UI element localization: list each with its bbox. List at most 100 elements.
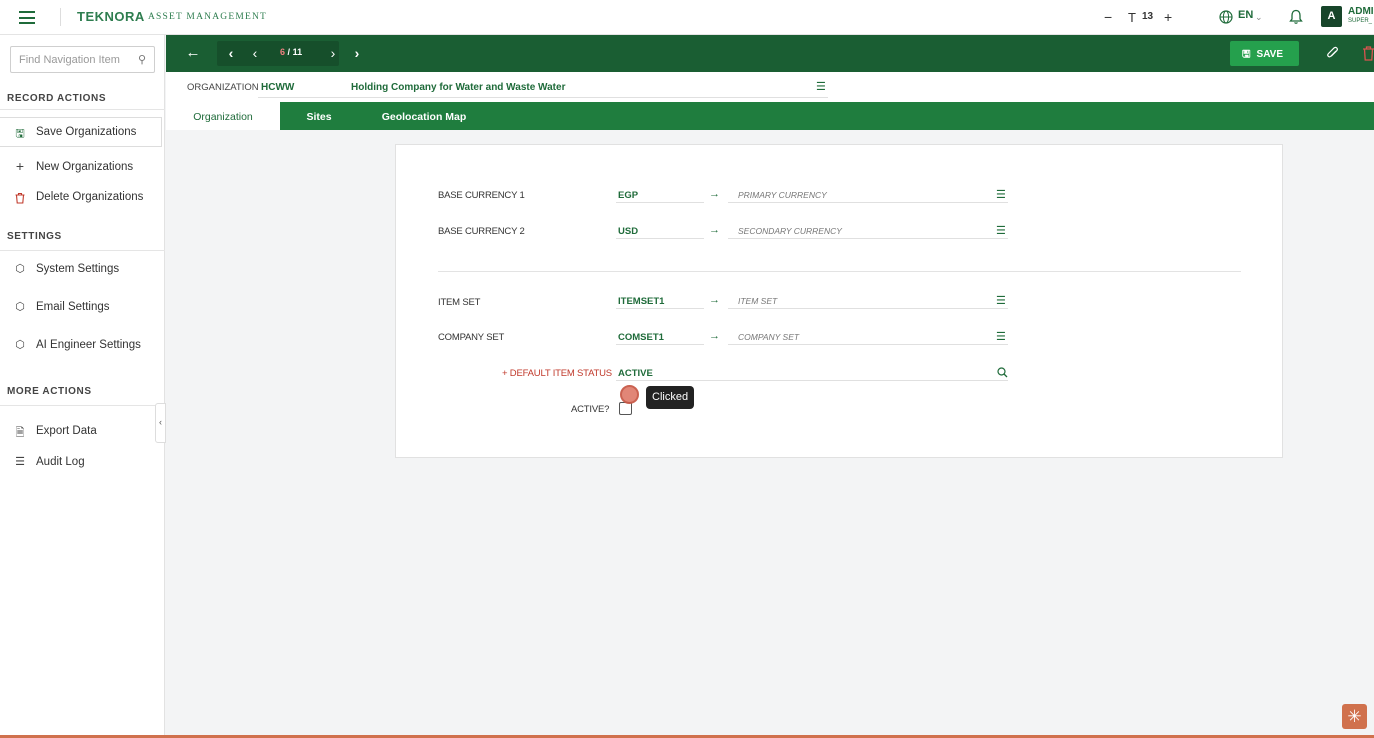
arrow-right-icon[interactable]: →	[709, 188, 720, 200]
click-indicator	[620, 385, 639, 404]
tab-geolocation-map[interactable]: Geolocation Map	[379, 102, 469, 130]
plus-icon: +	[15, 158, 25, 174]
list-icon[interactable]: ☰	[996, 330, 1006, 343]
record-pager: ‹ ‹ 6 / 11 › ›	[217, 41, 359, 66]
save-button-label: SAVE	[1256, 49, 1284, 60]
base-currency-2-field[interactable]: USD	[618, 226, 638, 237]
list-icon[interactable]: ☰	[816, 80, 826, 93]
previous-record-icon[interactable]: ‹	[245, 41, 265, 66]
user-role: SUPER_	[1348, 18, 1373, 24]
back-arrow-icon[interactable]: ←	[182, 35, 204, 72]
sidebar-item-email-settings[interactable]: ⬡ Email Settings	[0, 293, 162, 323]
clicked-tooltip: Clicked	[646, 386, 695, 409]
organization-code[interactable]: HCWW	[261, 82, 294, 93]
list-icon: ☰	[15, 456, 25, 468]
user-name[interactable]: ADMI	[1348, 6, 1374, 17]
field-underline	[616, 308, 704, 309]
sidebar-item-audit-log[interactable]: ☰ Audit Log	[0, 448, 162, 478]
tab-organization[interactable]: Organization	[166, 102, 280, 130]
cube-icon: ⬡	[15, 301, 25, 313]
pager-current: 6	[280, 47, 286, 57]
font-size-value: 13	[1142, 11, 1154, 22]
arrow-right-icon[interactable]: →	[709, 294, 720, 306]
language-select[interactable]: EN	[1238, 9, 1253, 21]
first-record-icon[interactable]: ‹	[221, 41, 241, 66]
pager-separator: /	[287, 47, 291, 57]
cube-icon: ⬡	[15, 263, 25, 275]
arrow-right-icon[interactable]: →	[709, 330, 720, 342]
default-item-status-field[interactable]: ACTIVE	[618, 368, 653, 379]
settings-heading: SETTINGS	[7, 231, 62, 242]
divider	[0, 250, 165, 251]
organization-form: BASE CURRENCY 1 EGP → PRIMARY CURRENCY ☰…	[395, 144, 1283, 458]
field-underline	[728, 308, 1008, 309]
base-currency-2-description: SECONDARY CURRENCY	[738, 226, 842, 236]
base-currency-1-field[interactable]: EGP	[618, 190, 638, 201]
default-item-status-label: + DEFAULT ITEM STATUS	[502, 368, 612, 379]
organization-description[interactable]: Holding Company for Water and Waste Wate…	[351, 82, 565, 93]
divider	[0, 109, 165, 110]
field-underline	[728, 344, 1008, 345]
search-icon[interactable]: ⚲	[138, 53, 146, 66]
pager-position: 6 / 11	[280, 47, 302, 57]
trash-icon	[15, 192, 25, 204]
hamburger-menu-icon[interactable]	[19, 11, 35, 24]
list-icon[interactable]: ☰	[996, 294, 1006, 307]
arrow-right-icon[interactable]: →	[709, 224, 720, 236]
divider	[0, 405, 165, 406]
cube-icon: ⬡	[15, 339, 25, 351]
list-icon[interactable]: ☰	[996, 188, 1006, 201]
top-bar: TEKNORA ASSET MANAGEMENT − T 13 + EN ⌄ A…	[0, 0, 1374, 35]
sidebar: Find Navigation Item ⚲ RECORD ACTIONS 🖫 …	[0, 35, 165, 738]
sidebar-item-label: System Settings	[36, 263, 120, 275]
bell-icon[interactable]	[1289, 9, 1303, 25]
sidebar-item-export-data[interactable]: 🗎 Export Data	[0, 417, 162, 447]
record-tabs: Organization Sites Geolocation Map	[166, 102, 1374, 130]
sidebar-item-label: New Organizations	[36, 161, 134, 173]
sidebar-item-label: Email Settings	[36, 301, 110, 313]
item-set-label: ITEM SET	[438, 297, 481, 308]
avatar[interactable]: A	[1321, 6, 1342, 27]
sidebar-item-label: Delete Organizations	[36, 191, 144, 203]
assistant-widget-icon[interactable]: ✳	[1342, 704, 1367, 729]
field-underline	[728, 202, 1008, 203]
tab-sites[interactable]: Sites	[296, 102, 342, 130]
base-currency-1-label: BASE CURRENCY 1	[438, 190, 525, 201]
item-set-description: ITEM SET	[738, 296, 778, 306]
save-button[interactable]: 🖫 SAVE	[1230, 41, 1299, 66]
field-underline	[616, 380, 1008, 381]
base-currency-1-description: PRIMARY CURRENCY	[738, 190, 827, 200]
pager-total: 11	[292, 47, 303, 57]
search-icon[interactable]	[997, 367, 1008, 378]
nav-search-placeholder: Find Navigation Item	[19, 54, 120, 66]
sidebar-collapse-toggle[interactable]: ‹	[155, 403, 166, 443]
save-icon: 🖫	[1242, 49, 1251, 60]
company-set-field[interactable]: COMSET1	[618, 332, 664, 343]
nav-search-input[interactable]: Find Navigation Item ⚲	[10, 46, 155, 73]
field-underline	[616, 238, 704, 239]
sidebar-item-save-organizations[interactable]: 🖫 Save Organizations	[0, 117, 162, 147]
record-actions-heading: RECORD ACTIONS	[7, 93, 107, 104]
base-currency-2-label: BASE CURRENCY 2	[438, 226, 525, 237]
sidebar-item-ai-engineer-settings[interactable]: ⬡ AI Engineer Settings	[0, 331, 162, 361]
chevron-down-icon[interactable]: ⌄	[1255, 12, 1263, 23]
trash-icon[interactable]	[1363, 46, 1374, 61]
last-record-icon[interactable]: ›	[347, 41, 367, 66]
sidebar-item-system-settings[interactable]: ⬡ System Settings	[0, 255, 162, 285]
sidebar-item-new-organizations[interactable]: + New Organizations	[0, 153, 162, 183]
globe-icon[interactable]	[1219, 10, 1233, 24]
sidebar-item-label: AI Engineer Settings	[36, 339, 141, 351]
organization-label: ORGANIZATION	[187, 82, 259, 93]
decrease-font-icon[interactable]: −	[1104, 9, 1112, 25]
sidebar-item-delete-organizations[interactable]: Delete Organizations	[0, 183, 162, 213]
record-header: ORGANIZATION HCWW Holding Company for Wa…	[166, 72, 1374, 102]
more-actions-heading: MORE ACTIONS	[7, 386, 92, 397]
sidebar-item-label: Save Organizations	[36, 126, 137, 138]
list-icon[interactable]: ☰	[996, 224, 1006, 237]
sidebar-item-label: Export Data	[36, 425, 97, 437]
item-set-field[interactable]: ITEMSET1	[618, 296, 664, 307]
paperclip-icon[interactable]	[1326, 46, 1340, 61]
next-record-icon[interactable]: ›	[323, 41, 343, 66]
document-icon: 🗎	[15, 427, 25, 439]
increase-font-icon[interactable]: +	[1164, 9, 1172, 25]
